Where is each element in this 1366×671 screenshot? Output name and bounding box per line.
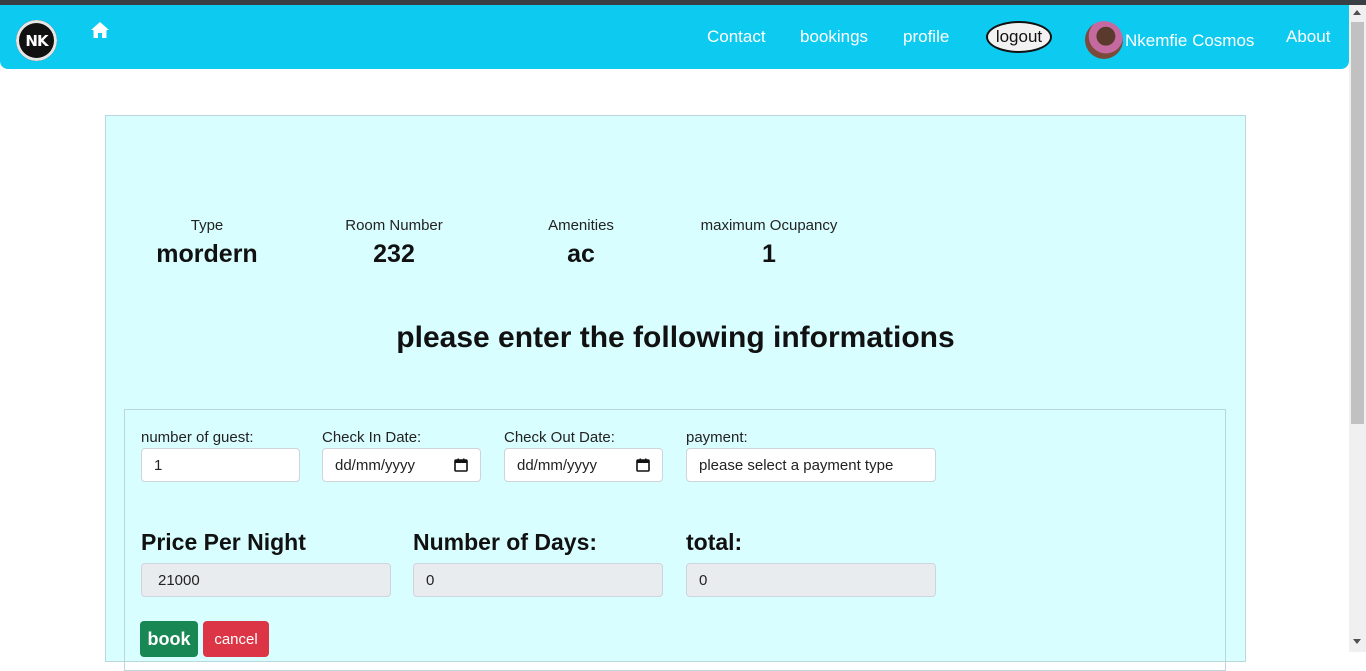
total-input[interactable]: 0 xyxy=(686,563,936,597)
nav-link-bookings[interactable]: bookings xyxy=(800,27,868,47)
max-occupancy-value: 1 xyxy=(762,240,776,268)
guests-input[interactable]: 1 xyxy=(141,448,300,482)
room-number-label: Room Number xyxy=(345,217,443,234)
nav-link-contact[interactable]: Contact xyxy=(707,27,766,47)
checkout-placeholder: dd/mm/yyyy xyxy=(517,456,598,474)
checkin-placeholder: dd/mm/yyyy xyxy=(335,456,416,474)
room-type-value: mordern xyxy=(156,240,258,268)
scrollbar-thumb[interactable] xyxy=(1351,22,1364,424)
nav-link-profile[interactable]: profile xyxy=(903,27,949,47)
navbar: NK Contact bookings profile logout Nkemf… xyxy=(0,5,1349,69)
checkin-date-input[interactable]: dd/mm/yyyy xyxy=(322,448,481,482)
amenities-value: ac xyxy=(567,240,595,268)
price-value: 21000 xyxy=(158,571,200,589)
total-value: 0 xyxy=(699,571,708,589)
form-heading: please enter the following informations xyxy=(396,321,955,354)
cancel-label: cancel xyxy=(214,630,258,648)
logout-label: logout xyxy=(995,27,1043,46)
calendar-icon[interactable] xyxy=(636,458,650,472)
booking-card: Type mordern Room Number 232 Amenities a… xyxy=(105,115,1246,671)
payment-value: please select a payment type xyxy=(699,456,894,474)
room-type-info: Type mordern xyxy=(148,217,266,269)
calendar-icon[interactable] xyxy=(454,458,468,472)
scroll-down-arrow-icon[interactable] xyxy=(1353,639,1361,644)
guests-value: 1 xyxy=(154,456,163,474)
room-number-value: 232 xyxy=(373,240,415,268)
guests-label: number of guest: xyxy=(141,429,254,446)
logo-text: NK xyxy=(25,31,48,50)
nk-logo[interactable]: NK xyxy=(16,20,57,61)
days-label: Number of Days: xyxy=(413,529,598,555)
book-label: book xyxy=(147,628,191,649)
nav-link-about[interactable]: About xyxy=(1286,27,1330,47)
payment-select[interactable]: please select a payment type xyxy=(686,448,936,482)
days-value: 0 xyxy=(426,571,435,589)
payment-label: payment: xyxy=(686,429,748,446)
days-input[interactable]: 0 xyxy=(413,563,663,597)
checkin-label: Check In Date: xyxy=(322,429,422,446)
room-number-info: Room Number 232 xyxy=(334,217,454,269)
user-name: Nkemfie Cosmos xyxy=(1125,31,1255,50)
home-icon[interactable] xyxy=(90,20,110,40)
scroll-up-arrow-icon[interactable] xyxy=(1353,10,1361,15)
price-label: Price Per Night xyxy=(141,529,306,555)
room-type-label: Type xyxy=(190,217,224,234)
page-scrollbar[interactable] xyxy=(1349,5,1366,652)
total-label: total: xyxy=(686,529,743,555)
price-input[interactable]: 21000 xyxy=(141,563,391,597)
booking-form: number of guest: 1 Check In Date: dd/mm/… xyxy=(124,409,1226,671)
max-occupancy-info: maximum Ocupancy 1 xyxy=(694,217,844,269)
logout-button[interactable]: logout xyxy=(986,21,1052,53)
amenities-info: Amenities ac xyxy=(531,217,631,269)
avatar[interactable] xyxy=(1085,21,1123,59)
max-occupancy-label: maximum Ocupancy xyxy=(700,217,838,234)
amenities-label: Amenities xyxy=(548,217,614,234)
checkout-date-input[interactable]: dd/mm/yyyy xyxy=(504,448,663,482)
checkout-label: Check Out Date: xyxy=(504,429,615,446)
